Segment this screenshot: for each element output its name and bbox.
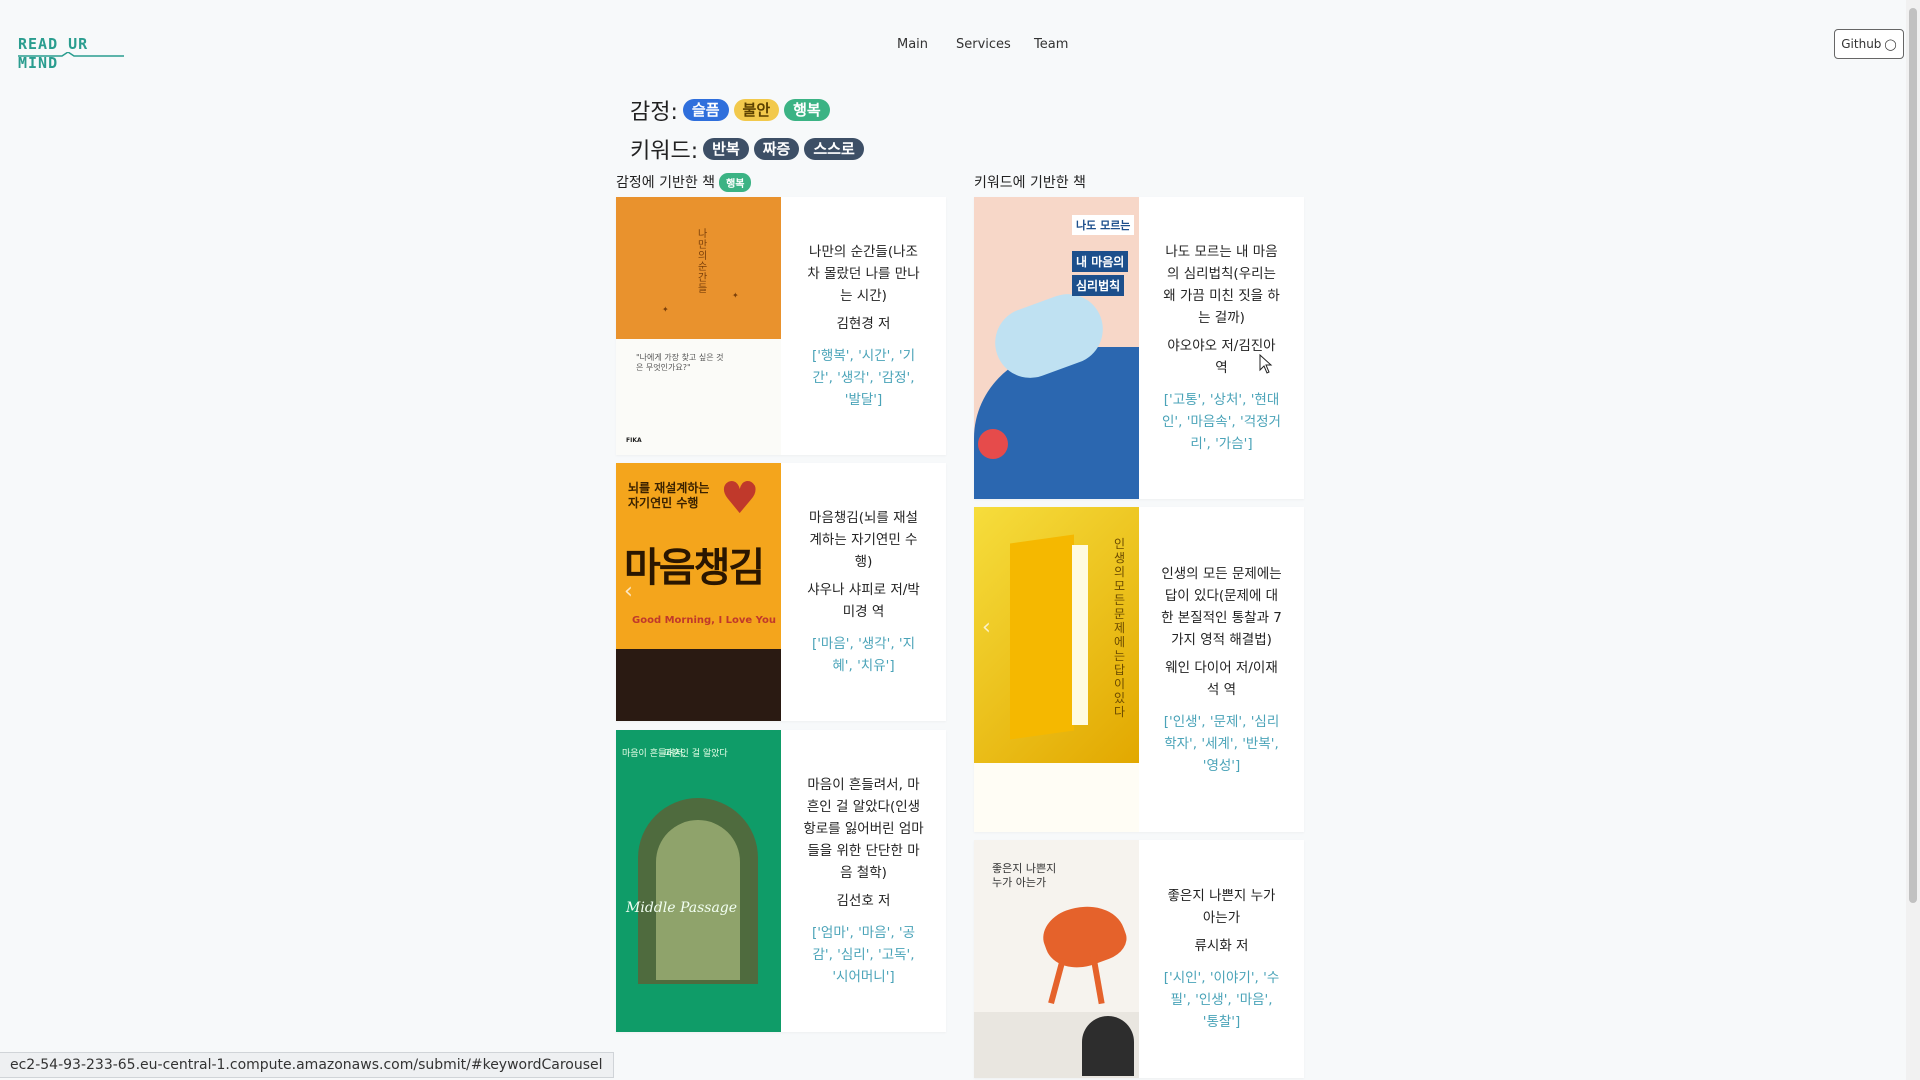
emotion-row: 감정: 슬픔 불안 행복 [630, 94, 830, 126]
github-icon: ◯ [1884, 37, 1897, 51]
emotion-tag-sad: 슬픔 [682, 99, 729, 121]
book-title[interactable]: 마음이 흔들려서, 마흔인 걸 알았다(인생 항로를 잃어버린 엄마들을 위한 … [803, 774, 924, 884]
emotion-tag-happy: 행복 [784, 99, 830, 121]
book-title[interactable]: 마음챙김(뇌를 재설계하는 자기연민 수행) [803, 507, 924, 573]
book-title[interactable]: 인생의 모든 문제에는 답이 있다(문제에 대한 본질적인 통찰과 7가지 영적… [1161, 563, 1282, 651]
star-icon: ✦ [662, 305, 669, 314]
book-tags: ['마음', '생각', '지혜', '치유'] [811, 636, 916, 674]
book-author: 김선호 저 [836, 893, 891, 909]
emotion-label: 감정: [630, 100, 678, 125]
emotion-book-card[interactable]: 나만의 순간들 ✦ ✦ "나에게 가장 찾고 싶은 것은 무엇인가요?" FIK… [616, 197, 946, 455]
book-tags: ['인생', '문제', '심리학자', '세계', '반복', '영성'] [1163, 713, 1280, 774]
nav-team[interactable]: Team [1034, 37, 1068, 52]
book-title[interactable]: 좋은지 나쁜지 누가 아는가 [1161, 885, 1282, 929]
keyword-book-card[interactable]: 좋은지 나쁜지 누가 아는가 좋은지 나쁜지 누가 아는가 류시화 저 ['시인… [974, 840, 1304, 1078]
status-url: ec2-54-93-233-65.eu-central-1.compute.am… [10, 1057, 603, 1073]
cover-title-2: 마흔인 걸 알았다 [664, 749, 728, 759]
book-tags: ['행복', '시간', '기간', '생각', '감정', '발달'] [811, 348, 916, 408]
keyword-tag: 스스로 [804, 138, 864, 160]
cover-title: 인생의 모든 문제에는 답이 있다 [1114, 537, 1126, 719]
book-info: 좋은지 나쁜지 누가 아는가 류시화 저 ['시인', '이야기', '수필',… [1139, 840, 1304, 1078]
carousel-prev-icon[interactable]: ‹ [624, 579, 633, 604]
emotion-section-title-text: 감정에 기반한 책 [616, 175, 716, 191]
book-info: 나도 모르는 내 마음의 심리법칙(우리는 왜 가끔 미친 짓을 하는 걸까) … [1139, 197, 1304, 499]
github-label: Github [1841, 37, 1882, 51]
nav-services[interactable]: Services [956, 37, 1011, 52]
book-tags: ['시인', '이야기', '수필', '인생', '마음', '통찰'] [1163, 970, 1280, 1030]
book-info: 마음이 흔들려서, 마흔인 걸 알았다(인생 항로를 잃어버린 엄마들을 위한 … [781, 730, 946, 1032]
book-info: 나만의 순간들(나조차 몰랐던 나를 만나는 시간) 김현경 저 ['행복', … [781, 197, 946, 455]
keyword-tag: 짜증 [753, 138, 800, 160]
keyword-label: 키워드: [630, 139, 699, 164]
cover-script: Middle Passage [626, 900, 738, 916]
heart-icon: ♥ [720, 473, 760, 524]
scrollbar-thumb[interactable] [1909, 8, 1917, 903]
book-info: 마음챙김(뇌를 재설계하는 자기연민 수행) 샤우나 샤피로 저/박미경 역 [… [781, 463, 946, 721]
carousel-prev-icon[interactable]: ‹ [982, 615, 991, 640]
cover-subtitle: 뇌를 재설계하는 자기연민 수행 [628, 481, 710, 510]
book-cover: 마음이 흔들려서, 마흔인 걸 알았다 Middle Passage [616, 730, 781, 1032]
book-author: 김현경 저 [836, 316, 891, 332]
cover-title: 나도 모르는 [1072, 215, 1135, 235]
book-author: 샤우나 샤피로 저/박미경 역 [807, 582, 920, 620]
nav-main[interactable]: Main [897, 37, 928, 52]
keyword-book-card[interactable]: 인생의 모든 문제에는 답이 있다 ‹ 인생의 모든 문제에는 답이 있다(문제… [974, 507, 1304, 832]
page-scrollbar[interactable] [1906, 0, 1920, 1080]
emotion-tag-anxiety: 불안 [733, 99, 780, 121]
emotion-section-badge: 행복 [719, 172, 752, 192]
star-icon: ✦ [732, 291, 739, 300]
book-title[interactable]: 나도 모르는 내 마음의 심리법칙(우리는 왜 가끔 미친 짓을 하는 걸까) [1161, 241, 1282, 329]
book-author: 웨인 다이어 저/이재석 역 [1165, 659, 1278, 698]
keyword-section-title-text: 키워드에 기반한 책 [974, 175, 1086, 191]
keyword-row: 키워드: 반복 짜증 스스로 [630, 133, 864, 165]
book-tags: ['고통', '상처', '현대인', '마음속', '걱정거리', '가슴'] [1162, 392, 1281, 452]
book-cover: 나도 모르는 내 마음의 심리법칙 [974, 197, 1139, 499]
book-info: 인생의 모든 문제에는 답이 있다(문제에 대한 본질적인 통찰과 7가지 영적… [1139, 507, 1304, 832]
book-title[interactable]: 나만의 순간들(나조차 몰랐던 나를 만나는 시간) [803, 241, 924, 307]
cover-tagline: Good Morning, I Love You [632, 615, 776, 626]
cover-title-3: 심리법칙 [1072, 275, 1125, 296]
browser-status-bar: ec2-54-93-233-65.eu-central-1.compute.am… [0, 1052, 614, 1078]
cover-title: 마음챙김 [624, 545, 765, 591]
cover-title: 나만의 순간들 [698, 229, 708, 295]
book-tags: ['엄마', '마음', '공감', '심리', '고독', '시어머니'] [811, 925, 916, 985]
book-cover: 나만의 순간들 ✦ ✦ "나에게 가장 찾고 싶은 것은 무엇인가요?" FIK… [616, 197, 781, 455]
emotion-book-card[interactable]: 마음이 흔들려서, 마흔인 걸 알았다 Middle Passage 마음이 흔… [616, 730, 946, 1032]
emotion-book-card[interactable]: 뇌를 재설계하는 자기연민 수행 ♥ 마음챙김 Good Morning, I … [616, 463, 946, 721]
cover-publisher: FIKA [626, 437, 642, 444]
book-cover: 뇌를 재설계하는 자기연민 수행 ♥ 마음챙김 Good Morning, I … [616, 463, 781, 721]
cover-title-2: 누가 아는가 [992, 876, 1047, 889]
emotion-section-title: 감정에 기반한 책 행복 [616, 172, 752, 192]
cover-title: 좋은지 나쁜지 [992, 862, 1057, 875]
keyword-book-card[interactable]: 나도 모르는 내 마음의 심리법칙 나도 모르는 내 마음의 심리법칙(우리는 … [974, 197, 1304, 499]
book-cover: 좋은지 나쁜지 누가 아는가 [974, 840, 1139, 1078]
cover-subtitle: "나에게 가장 찾고 싶은 것은 무엇인가요?" [636, 353, 724, 372]
github-button[interactable]: Github ◯ [1834, 29, 1904, 59]
mouse-cursor-icon [1259, 354, 1273, 374]
book-author: 류시화 저 [1194, 938, 1249, 954]
keyword-section-title: 키워드에 기반한 책 [974, 172, 1086, 192]
main-nav: Main Services Team [0, 37, 1920, 57]
cover-title-2: 내 마음의 [1072, 251, 1129, 272]
keyword-tag: 반복 [703, 138, 749, 160]
book-cover: 인생의 모든 문제에는 답이 있다 ‹ [974, 507, 1139, 832]
